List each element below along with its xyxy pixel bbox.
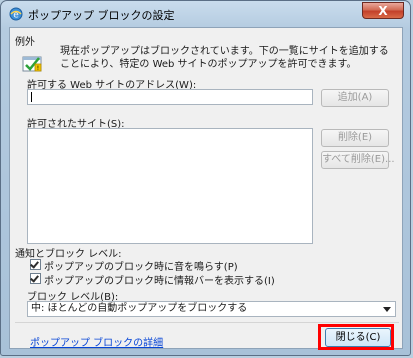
- remove-all-button[interactable]: すべて削除(E)...: [321, 151, 395, 169]
- internet-explorer-icon: e: [9, 7, 23, 21]
- details-link[interactable]: ポップアップ ブロックの詳細: [30, 334, 163, 349]
- window-title: ポップアップ ブロックの設定: [28, 9, 175, 22]
- chevron-down-icon: [383, 307, 391, 312]
- popup-blocker-settings-window: e ポップアップ ブロックの設定 X 例外 ! 現在ポップアップはブロックされて…: [0, 0, 411, 356]
- close-button-highlight: [318, 324, 394, 350]
- block-level-value: 中: ほとんどの自動ポップアップをブロックする: [31, 303, 248, 314]
- title-bar[interactable]: e ポップアップ ブロックの設定 X: [1, 1, 410, 27]
- block-level-select[interactable]: 中: ほとんどの自動ポップアップをブロックする: [27, 301, 396, 317]
- exceptions-section-label: 例外: [15, 37, 35, 48]
- footer-divider: [15, 322, 399, 323]
- svg-text:e: e: [13, 11, 19, 21]
- add-button[interactable]: 追加(A): [321, 89, 389, 107]
- infobar-option-label[interactable]: ポップアップのブロック時に情報バーを表示する(I): [44, 272, 275, 287]
- sound-checkbox[interactable]: [30, 259, 41, 270]
- infobar-checkbox[interactable]: [30, 273, 41, 284]
- dialog-client-area: 例外 ! 現在ポップアップはブロックされています。下の一覧にサイトを追加すること…: [9, 27, 403, 349]
- remove-button[interactable]: 削除(E): [321, 129, 389, 147]
- exceptions-description: 現在ポップアップはブロックされています。下の一覧にサイトを追加することにより、特…: [60, 46, 389, 70]
- window-close-button[interactable]: X: [362, 2, 404, 19]
- sound-option-label[interactable]: ポップアップのブロック時に音を鳴らす(P): [44, 258, 238, 273]
- address-input[interactable]: [27, 89, 313, 105]
- svg-text:!: !: [37, 65, 39, 72]
- allow-checkmark-icon: !: [22, 56, 42, 72]
- allowed-sites-list[interactable]: [27, 128, 313, 244]
- text-caret: [31, 92, 32, 102]
